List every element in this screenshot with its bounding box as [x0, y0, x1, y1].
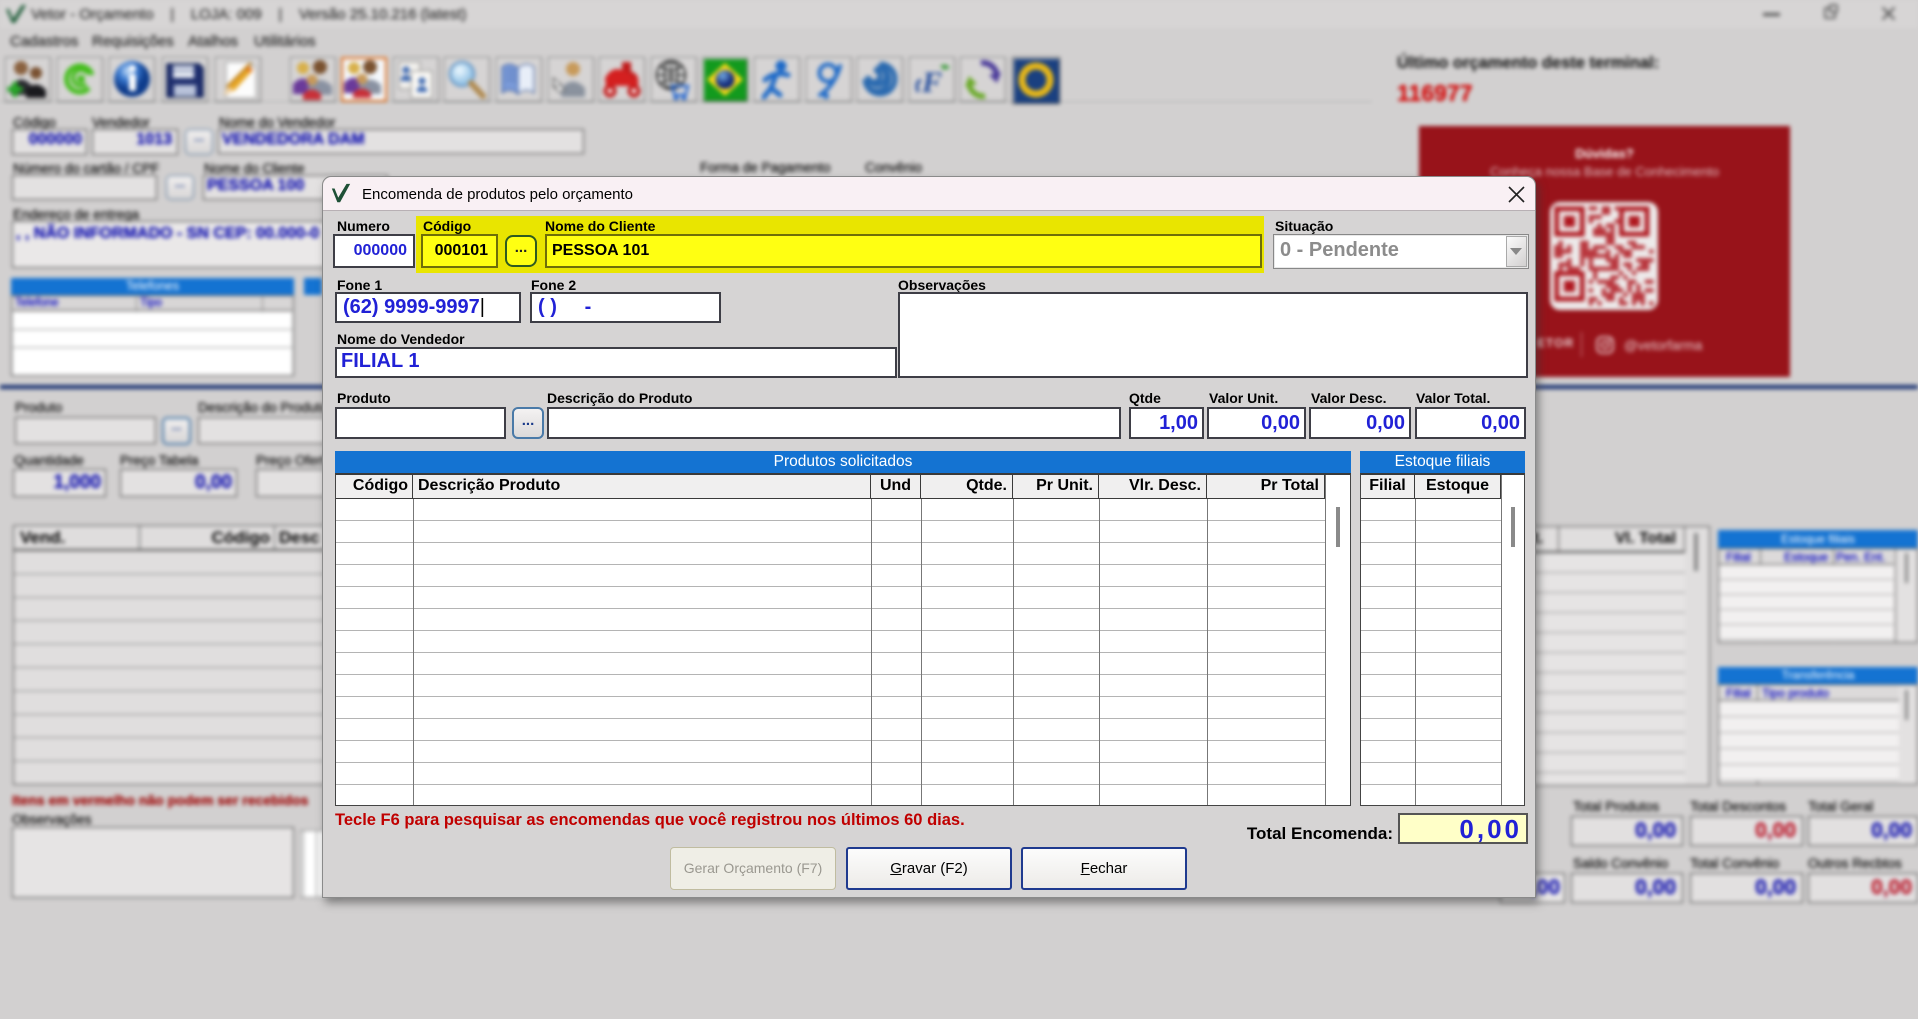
svg-text:F: F — [921, 66, 942, 99]
